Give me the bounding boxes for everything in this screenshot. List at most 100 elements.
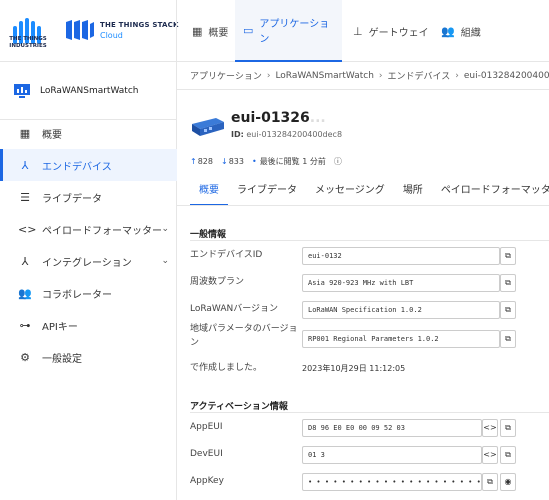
downlink-arrow-icon: ↓: [220, 157, 228, 166]
end-device-id-label: エンドデバイスID: [190, 250, 263, 260]
deveui-label: DevEUI: [190, 449, 223, 459]
sidebar-item-label: ライブデータ: [42, 193, 102, 205]
code-toggle-icon[interactable]: <>: [482, 446, 498, 464]
sidebar-item-label: インテグレーション: [42, 257, 132, 269]
deveui-field[interactable]: 01 3: [302, 446, 482, 464]
nav-label: 概要: [208, 27, 229, 39]
code-icon: <>: [18, 222, 37, 236]
last-seen: 最後に閲覧 1 分前: [259, 157, 326, 166]
uplink-arrow-icon: ↑: [190, 157, 197, 166]
copy-icon[interactable]: ⧉: [500, 419, 516, 437]
breadcrumb-app[interactable]: LoRaWANSmartWatch: [275, 71, 373, 81]
sidebar-item-overview[interactable]: ▦ 概要: [0, 117, 177, 149]
copy-icon[interactable]: ⧉: [500, 330, 516, 348]
tabs-divider: [177, 205, 549, 206]
appkey-label: AppKey: [190, 476, 224, 486]
help-icon[interactable]: ⓘ: [334, 156, 342, 167]
topbar-divider: [176, 0, 177, 62]
chevron-down-icon[interactable]: ⌄: [161, 256, 169, 266]
tab-live-data[interactable]: ライブデータ: [228, 180, 306, 206]
key-icon: ⊶: [19, 318, 31, 332]
copy-icon[interactable]: ⧉: [482, 473, 498, 491]
tab-location[interactable]: 場所: [394, 180, 432, 206]
eye-icon[interactable]: ◉: [500, 473, 516, 491]
activation-info-title: アクティベーション情報: [190, 402, 288, 412]
nav-label: ゲートウェイ: [368, 27, 429, 39]
application-icon: [14, 83, 30, 98]
sidebar-item-collaborators[interactable]: 👥 コラボレーター: [0, 277, 177, 309]
downlink-count: 833: [228, 157, 244, 166]
copy-icon[interactable]: ⧉: [500, 247, 516, 265]
nav-overview[interactable]: ▦ 概要: [184, 0, 236, 62]
nav-organizations[interactable]: 👥 組織: [433, 0, 489, 62]
router-icon: ⊥: [353, 24, 363, 38]
chevron-right-icon: ›: [266, 70, 271, 81]
app-window-icon: ▭: [243, 23, 254, 37]
frequency-plan-label: 周波数プラン: [190, 277, 245, 287]
device-id-label: ID:: [231, 130, 244, 139]
nav-label: 組織: [460, 27, 481, 39]
device-id-value: eui-013284200400dec8: [246, 130, 343, 139]
sidebar-item-label: ペイロードフォーマッター: [42, 225, 162, 237]
tab-payload-formatters[interactable]: ペイロードフォーマッター: [432, 180, 549, 206]
things-stack-logo[interactable]: [64, 18, 94, 42]
appkey-field[interactable]: • • • • • • • • • • • • • • • • • • • • …: [302, 473, 482, 491]
top-bar: THE THINGS INDUSTRIES THE THINGS STACK C…: [0, 0, 549, 62]
gear-icon: ⚙: [20, 350, 30, 364]
status-dot-icon: •: [251, 157, 257, 166]
product-title: THE THINGS STACK: [100, 21, 179, 29]
sidebar-item-live-data[interactable]: ☰ ライブデータ: [0, 181, 177, 213]
devices-icon: ⅄: [21, 158, 29, 172]
appeui-label: AppEUI: [190, 422, 223, 432]
breadcrumb-device: eui-013284200400dec8: [463, 70, 549, 81]
list-icon: ☰: [20, 190, 30, 204]
product-subtitle: Cloud: [100, 31, 123, 40]
regional-params-field[interactable]: RP001 Regional Parameters 1.0.2: [302, 330, 500, 348]
integration-icon: ⅄: [21, 254, 29, 268]
lorawan-version-label: LoRaWANバージョン: [190, 304, 279, 314]
app-header[interactable]: LoRaWANSmartWatch: [0, 62, 177, 120]
device-title-faded: ...: [309, 110, 326, 126]
sidebar-item-payload-formatters[interactable]: <> ペイロードフォーマッター ⌄: [0, 213, 177, 245]
appeui-field[interactable]: D8 96 E0 E0 00 09 52 03: [302, 419, 482, 437]
frequency-plan-field[interactable]: Asia 920-923 MHz with LBT: [302, 274, 500, 292]
chevron-down-icon[interactable]: ⌄: [161, 224, 169, 234]
sidebar-item-label: エンドデバイス: [42, 161, 112, 173]
device-stats: ↑ 828 ↓ 833 • 最後に閲覧 1 分前 ⓘ: [190, 156, 350, 167]
breadcrumb-applications[interactable]: アプリケーション: [190, 69, 262, 82]
breadcrumb-end-devices[interactable]: エンドデバイス: [388, 69, 451, 82]
grid-icon: ▦: [192, 24, 203, 38]
copy-icon[interactable]: ⧉: [500, 301, 516, 319]
tab-messaging[interactable]: メッセージング: [306, 180, 394, 206]
code-toggle-icon[interactable]: <>: [482, 419, 498, 437]
chevron-right-icon: ›: [378, 70, 383, 81]
device-id: ID: eui-013284200400dec8: [231, 130, 342, 139]
created-label: で作成しました。: [190, 363, 263, 373]
device-title-text: eui-01326: [231, 110, 310, 126]
regional-params-label: 地域パラメータのバージョン: [190, 324, 298, 348]
end-device-id-field[interactable]: eui-0132: [302, 247, 500, 265]
general-info-title: 一般情報: [190, 230, 227, 240]
sidebar-item-end-devices[interactable]: ⅄ エンドデバイス: [0, 149, 177, 181]
tab-overview[interactable]: 概要: [190, 180, 228, 206]
created-value: 2023年10月29日 11:12:05: [302, 364, 406, 373]
sidebar-item-label: 一般設定: [42, 353, 82, 365]
copy-icon[interactable]: ⧉: [500, 274, 516, 292]
lorawan-version-field[interactable]: LoRaWAN Specification 1.0.2: [302, 301, 500, 319]
section-divider: [190, 412, 549, 413]
sidebar-item-label: 概要: [42, 129, 62, 141]
grid-icon: ▦: [19, 126, 31, 140]
app-name: LoRaWANSmartWatch: [40, 85, 139, 96]
nav-gateways[interactable]: ⊥ ゲートウェイ: [345, 0, 437, 62]
nav-applications[interactable]: ▭ アプリケーション: [235, 0, 342, 62]
people-icon: 👥: [18, 286, 32, 300]
sidebar-item-integrations[interactable]: ⅄ インテグレーション ⌄: [0, 245, 177, 277]
device-tabs: 概要 ライブデータ メッセージング 場所 ペイロードフォーマッター: [190, 180, 549, 206]
sidebar-item-general-settings[interactable]: ⚙ 一般設定: [0, 341, 177, 373]
sidebar-item-label: コラボレーター: [42, 289, 112, 301]
chevron-right-icon: ›: [455, 70, 459, 81]
uplink-count: 828: [197, 157, 213, 166]
end-device-icon: [192, 118, 224, 136]
sidebar-item-api-keys[interactable]: ⊶ APIキー: [0, 309, 177, 341]
copy-icon[interactable]: ⧉: [500, 446, 516, 464]
